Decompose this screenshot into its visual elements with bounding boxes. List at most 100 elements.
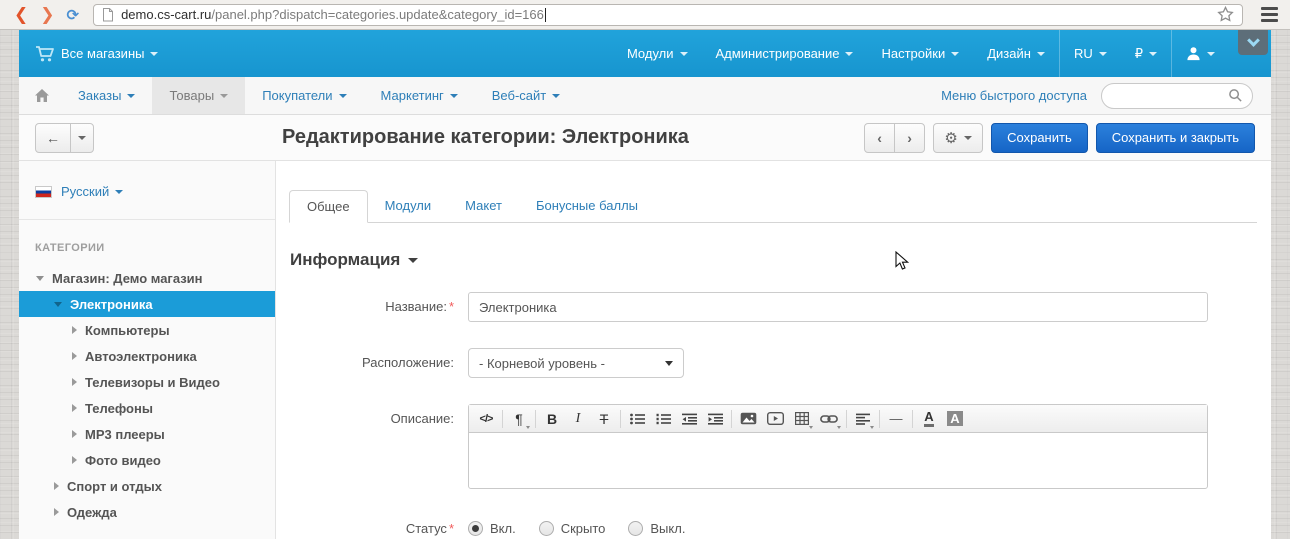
ordered-list-icon[interactable]	[650, 405, 676, 433]
nav-item-customers[interactable]: Покупатели	[245, 77, 363, 114]
expand-caret-icon[interactable]	[54, 302, 62, 307]
tree-item-demo-store[interactable]: Магазин: Демо магазин	[19, 265, 275, 291]
topbar-item-administration[interactable]: Администрирование	[702, 30, 868, 77]
information-section-header[interactable]: Информация	[290, 250, 1257, 270]
address-bar[interactable]: demo.cs-cart.ru/panel.php?dispatch=categ…	[93, 4, 1243, 26]
admin-panel: Все магазины Модули Администрирование На…	[19, 30, 1271, 539]
chevron-down-icon	[845, 52, 853, 56]
back-button[interactable]: ←	[35, 123, 71, 153]
tab-general[interactable]: Общее	[289, 190, 368, 223]
tree-item-computers[interactable]: Компьютеры	[19, 317, 275, 343]
screen: ❮ ❯ ⟳ demo.cs-cart.ru/panel.php?dispatch…	[0, 0, 1290, 539]
chevron-down-icon	[408, 258, 418, 263]
page-title: Редактирование категории: Электроника	[282, 126, 689, 149]
required-asterisk: *	[449, 521, 454, 536]
currency-selector[interactable]: ₽	[1121, 30, 1171, 77]
collapsed-caret-icon[interactable]	[72, 352, 77, 360]
tab-addons[interactable]: Модули	[368, 190, 449, 223]
description-textarea[interactable]	[469, 433, 1207, 488]
language-selector[interactable]: RU	[1060, 30, 1121, 77]
save-button[interactable]: Сохранить	[991, 123, 1088, 153]
collapsed-caret-icon[interactable]	[54, 482, 59, 490]
status-radio-hidden[interactable]: Скрыто	[539, 521, 606, 536]
table-icon[interactable]	[789, 405, 815, 433]
strikethrough-icon[interactable]: T	[591, 405, 617, 433]
tab-layout[interactable]: Макет	[448, 190, 519, 223]
font-color-icon[interactable]: A	[916, 405, 942, 433]
status-radio-active[interactable]: Вкл.	[468, 521, 516, 536]
indent-icon[interactable]	[702, 405, 728, 433]
tree-item-phones[interactable]: Телефоны	[19, 395, 275, 421]
bookmark-star-icon[interactable]	[1217, 6, 1234, 23]
collapsed-caret-icon[interactable]	[72, 404, 77, 412]
collapsed-caret-icon[interactable]	[54, 508, 59, 516]
store-selector[interactable]: Все магазины	[35, 30, 158, 77]
tree-item-car-electronics[interactable]: Автоэлектроника	[19, 343, 275, 369]
radio-unchecked-icon[interactable]	[539, 521, 554, 536]
video-icon[interactable]	[762, 405, 789, 433]
next-item-button[interactable]: ›	[894, 123, 925, 153]
collapsed-caret-icon[interactable]	[72, 378, 77, 386]
browser-menu-icon[interactable]	[1257, 7, 1282, 22]
collapsed-caret-icon[interactable]	[72, 430, 77, 438]
nav-item-products[interactable]: Товары	[152, 77, 245, 114]
collapsed-caret-icon[interactable]	[72, 456, 77, 464]
browser-forward-icon[interactable]: ❯	[34, 6, 60, 23]
browser-reload-icon[interactable]: ⟳	[61, 6, 86, 24]
nav-item-marketing[interactable]: Маркетинг	[364, 77, 475, 114]
background-color-icon[interactable]: A	[942, 405, 968, 433]
tree-item-label: Электроника	[70, 297, 153, 312]
previous-item-button[interactable]: ‹	[864, 123, 895, 153]
location-select[interactable]: - Корневой уровень -	[468, 348, 684, 378]
search-input[interactable]	[1101, 83, 1253, 109]
tree-item-photo-video[interactable]: Фото видео	[19, 447, 275, 473]
status-radio-disabled[interactable]: Выкл.	[628, 521, 685, 536]
collapse-topbar-button[interactable]	[1238, 30, 1268, 55]
save-and-close-button[interactable]: Сохранить и закрыть	[1096, 123, 1255, 153]
unordered-list-icon[interactable]	[624, 405, 650, 433]
category-tree: Магазин: Демо магазин Электроника Компью…	[19, 265, 275, 525]
italic-icon[interactable]: I	[565, 405, 591, 433]
quick-access-menu-link[interactable]: Меню быстрого доступа	[941, 88, 1087, 103]
bold-icon[interactable]: B	[539, 405, 565, 433]
name-input[interactable]	[468, 292, 1208, 322]
radio-unchecked-icon[interactable]	[628, 521, 643, 536]
tree-item-clothes[interactable]: Одежда	[19, 499, 275, 525]
topbar-item-modules[interactable]: Модули	[613, 30, 702, 77]
topbar-item-settings[interactable]: Настройки	[867, 30, 973, 77]
description-editor: </> ¶ B I T	[468, 404, 1208, 489]
location-label: Расположение:	[289, 348, 454, 378]
paragraph-format-icon[interactable]: ¶	[506, 405, 532, 433]
status-label: Статус*	[289, 515, 454, 536]
nav-item-orders[interactable]: Заказы	[61, 77, 152, 114]
back-dropdown-button[interactable]	[70, 123, 94, 153]
tree-item-sport-rest[interactable]: Спорт и отдых	[19, 473, 275, 499]
browser-back-icon[interactable]: ❮	[8, 6, 34, 23]
url-domain: demo.cs-cart.ru	[121, 7, 211, 22]
content-language-selector[interactable]: Русский	[61, 184, 123, 199]
radio-label: Вкл.	[490, 521, 516, 536]
collapsed-caret-icon[interactable]	[72, 326, 77, 334]
code-icon[interactable]: </>	[473, 405, 499, 433]
chevron-down-icon	[339, 94, 347, 98]
nav-item-website[interactable]: Веб-сайт	[475, 77, 577, 114]
link-icon[interactable]	[815, 405, 843, 433]
alignment-icon[interactable]	[850, 405, 876, 433]
image-icon[interactable]	[735, 405, 762, 433]
admin-topbar: Все магазины Модули Администрирование На…	[19, 30, 1271, 77]
divider	[502, 410, 503, 428]
outdent-icon[interactable]	[676, 405, 702, 433]
expand-caret-icon[interactable]	[36, 276, 44, 281]
tree-item-tv-video[interactable]: Телевизоры и Видео	[19, 369, 275, 395]
topbar-item-design[interactable]: Дизайн	[973, 30, 1059, 77]
chevron-down-icon	[150, 52, 158, 56]
home-button[interactable]	[23, 77, 61, 114]
chevron-down-icon	[115, 190, 123, 194]
settings-dropdown-button[interactable]: ⚙	[933, 123, 983, 153]
tab-reward-points[interactable]: Бонусные баллы	[519, 190, 655, 223]
radio-checked-icon[interactable]	[468, 521, 483, 536]
radio-label: Скрыто	[561, 521, 606, 536]
horizontal-rule-icon[interactable]: —	[883, 405, 909, 433]
tree-item-electronics[interactable]: Электроника	[19, 291, 275, 317]
tree-item-mp3-players[interactable]: MP3 плееры	[19, 421, 275, 447]
